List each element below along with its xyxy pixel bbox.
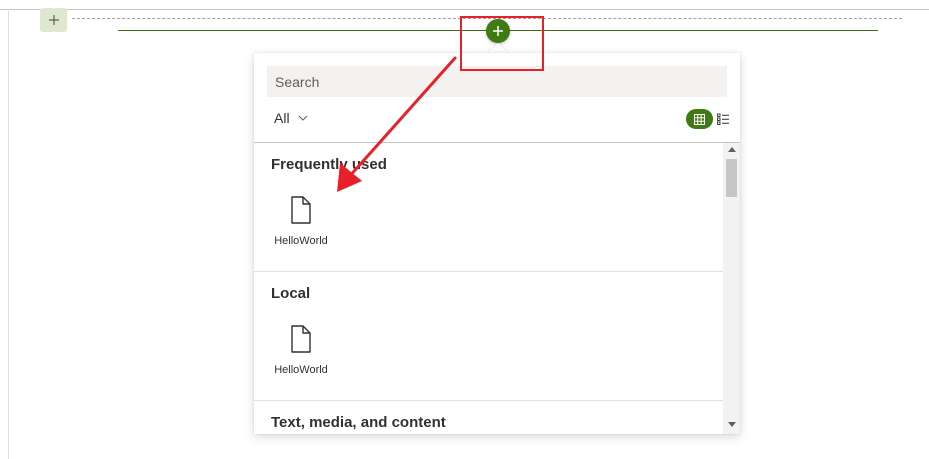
view-toggle xyxy=(686,109,729,129)
webpart-tile[interactable]: HelloWorld xyxy=(261,195,341,247)
section-title: Frequently used xyxy=(271,156,387,173)
grid-view-button[interactable] xyxy=(686,109,713,129)
scroll-down-arrow-icon[interactable] xyxy=(728,422,736,427)
toolbox-content: Frequently used HelloWorld Local HelloWo… xyxy=(254,143,723,434)
document-icon xyxy=(291,325,311,353)
section-text-media-content: Text, media, and content xyxy=(254,401,723,434)
scroll-up-arrow-icon[interactable] xyxy=(728,147,736,152)
page-left-border xyxy=(8,9,9,459)
section-title: Local xyxy=(271,285,311,302)
list-icon xyxy=(717,113,729,125)
scroll-thumb[interactable] xyxy=(726,159,737,197)
document-icon xyxy=(291,196,311,224)
annotation-highlight-box xyxy=(460,16,544,71)
toolbox-scrollbar[interactable] xyxy=(723,143,740,434)
webpart-tile[interactable]: HelloWorld xyxy=(261,324,341,376)
filter-label: All xyxy=(274,110,290,126)
webpart-toolbox: All Frequently used xyxy=(254,53,740,434)
add-section-button[interactable] xyxy=(40,8,67,32)
page-top-border xyxy=(0,0,929,10)
webpart-tile-label: HelloWorld xyxy=(274,235,328,247)
section-local: Local HelloWorld xyxy=(254,272,723,401)
category-filter-dropdown[interactable]: All xyxy=(274,110,308,126)
webpart-tile-label: HelloWorld xyxy=(274,364,328,376)
section-title: Text, media, and content xyxy=(271,414,446,431)
list-view-button[interactable] xyxy=(717,113,729,125)
grid-icon xyxy=(694,113,705,125)
plus-icon xyxy=(48,15,59,25)
chevron-down-icon xyxy=(298,115,307,121)
section-frequently-used: Frequently used HelloWorld xyxy=(254,143,723,272)
